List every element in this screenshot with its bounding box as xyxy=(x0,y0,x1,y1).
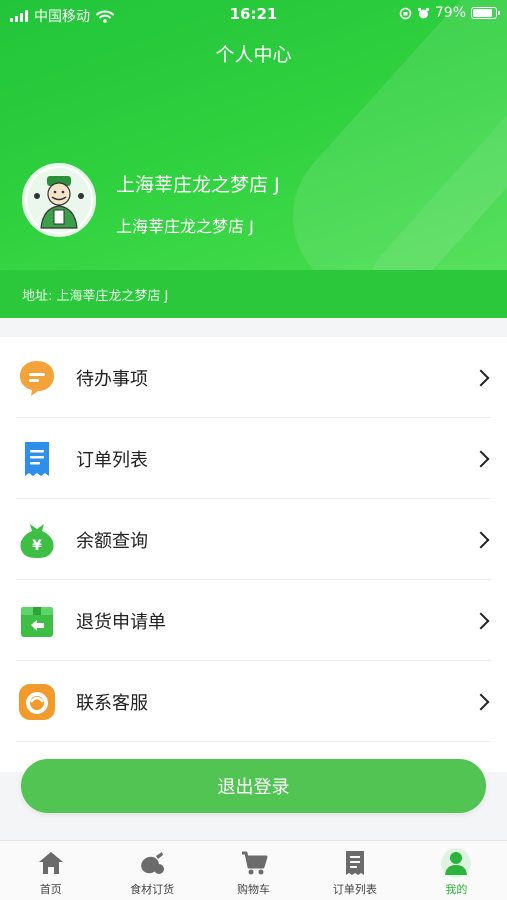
logout-button[interactable]: 退出登录 xyxy=(21,759,486,813)
menu-item-label: 联系客服 xyxy=(76,692,148,714)
status-bar: 中国移动 16:21 79% xyxy=(0,0,507,28)
todo-icon xyxy=(20,360,54,396)
menu-item-label: 余额查询 xyxy=(76,530,148,552)
menu-list: 待办事项 订单列表 ¥ 余额查询 退货申请单 联系客服 xyxy=(0,337,507,772)
tab-order-list[interactable]: 订单列表 xyxy=(304,841,405,900)
tab-ingredients[interactable]: 食材订货 xyxy=(101,841,202,900)
avatar[interactable] xyxy=(22,163,96,237)
chevron-right-icon xyxy=(472,693,490,710)
battery-percent: 79% xyxy=(434,5,466,21)
menu-item-returns[interactable]: 退货申请单 xyxy=(0,580,507,661)
customer-service-icon xyxy=(19,683,55,720)
tab-bar: 首页 食材订货 购物车 订单列表 我的 xyxy=(0,840,507,900)
menu-item-balance[interactable]: ¥ 余额查询 xyxy=(0,499,507,580)
cart-icon xyxy=(241,851,268,875)
address-value: 上海莘庄龙之梦店 J xyxy=(56,288,169,304)
menu-item-customer-service[interactable]: 联系客服 xyxy=(0,661,507,742)
balance-icon: ¥ xyxy=(20,523,54,558)
address-label: 地址: xyxy=(22,288,53,304)
order-list-icon xyxy=(25,441,49,476)
tab-home[interactable]: 首页 xyxy=(0,841,101,900)
menu-item-label: 退货申请单 xyxy=(76,611,166,633)
menu-item-label: 待办事项 xyxy=(76,368,148,390)
tab-label: 订单列表 xyxy=(332,883,377,896)
return-icon xyxy=(21,606,53,637)
tab-label: 首页 xyxy=(39,883,62,896)
tab-mine[interactable]: 我的 xyxy=(406,841,507,900)
home-icon xyxy=(38,852,63,874)
profile-header: 中国移动 16:21 79% 个人中心 上海莘庄龙之梦店 J 上海莘庄龙之梦店 … xyxy=(0,0,507,318)
alarm-icon xyxy=(417,7,429,18)
chef-avatar-icon xyxy=(27,168,91,232)
svg-text:¥: ¥ xyxy=(32,538,42,554)
menu-item-todo[interactable]: 待办事项 xyxy=(0,337,507,418)
battery-icon xyxy=(471,7,500,19)
tab-cart[interactable]: 购物车 xyxy=(203,841,304,900)
menu-item-label: 订单列表 xyxy=(76,449,148,471)
store-name: 上海莘庄龙之梦店 J xyxy=(116,174,280,196)
chevron-right-icon xyxy=(472,531,490,548)
menu-item-orders[interactable]: 订单列表 xyxy=(0,418,507,499)
tab-label: 购物车 xyxy=(237,883,271,896)
user-icon xyxy=(445,852,468,875)
tab-label: 我的 xyxy=(445,883,468,896)
chevron-right-icon xyxy=(472,612,490,629)
chevron-right-icon xyxy=(472,450,490,467)
page-title: 个人中心 xyxy=(215,44,292,66)
orientation-lock-icon xyxy=(399,7,412,19)
tab-label: 食材订货 xyxy=(130,883,175,896)
address-bar: 地址: 上海莘庄龙之梦店 J xyxy=(0,270,507,318)
receipt-icon xyxy=(345,851,364,875)
store-subtitle: 上海莘庄龙之梦店 J xyxy=(116,217,254,236)
ingredients-icon xyxy=(141,852,165,874)
chevron-right-icon xyxy=(472,369,490,386)
